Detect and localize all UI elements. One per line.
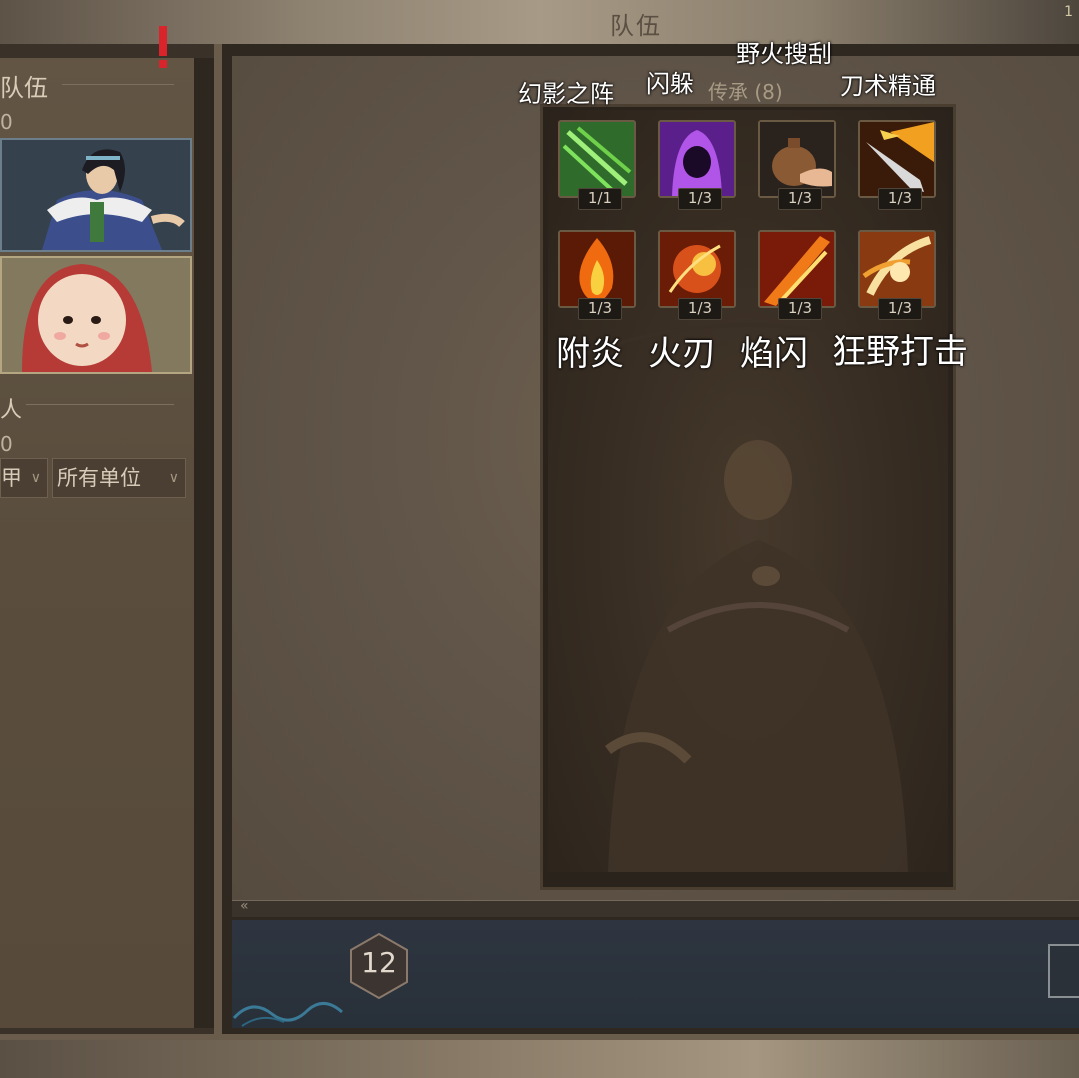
unit-filter-dropdown[interactable]: 所有单位 ∨: [52, 458, 186, 498]
side-action-button[interactable]: [1048, 944, 1079, 998]
window-title: 队伍: [610, 12, 662, 40]
green-arrows-icon: [560, 122, 634, 196]
skill-name-label: 狂野打击: [832, 332, 968, 372]
character-card-hero[interactable]: [0, 138, 192, 252]
baby-portrait: [2, 258, 190, 372]
character-card-baby[interactable]: [0, 256, 192, 374]
skill-slot-phantom-array[interactable]: 1/1: [558, 120, 636, 210]
scroll-left-icon[interactable]: «: [240, 898, 249, 914]
skill-level: 1/3: [878, 298, 922, 320]
skill-name-label: 闪躲: [646, 70, 694, 98]
skill-level: 1/1: [578, 188, 622, 210]
chevron-down-icon: ∨: [30, 470, 41, 486]
flaming-blade-icon: [860, 122, 934, 196]
monk-illustration: [567, 323, 929, 872]
fire-swirl-icon: [660, 232, 734, 306]
armor-filter-label: 甲: [1, 466, 22, 490]
members-heading: 人: [0, 398, 23, 423]
skill-slot-wild-strike[interactable]: 1/3: [858, 230, 936, 320]
skill-name-label: 附炎: [556, 334, 624, 374]
skill-name-label: 焰闪: [740, 334, 808, 374]
skill-slot-fire-blade[interactable]: 1/3: [658, 230, 736, 320]
skill-level: 1/3: [578, 298, 622, 320]
skill-level: 1/3: [678, 298, 722, 320]
money-bag-icon: [760, 122, 834, 196]
skill-name-label: 幻影之阵: [518, 80, 614, 108]
skill-level: 1/3: [778, 298, 822, 320]
hero-portrait: [2, 140, 190, 250]
skill-slot-flame-flash[interactable]: 1/3: [758, 230, 836, 320]
team-count: 0: [0, 110, 13, 134]
skill-level: 1/3: [678, 188, 722, 210]
skill-level: 1/3: [878, 188, 922, 210]
alert-icon: [159, 26, 167, 68]
level-number: 12: [361, 946, 397, 979]
bottom-strip: [0, 1040, 1079, 1078]
horizontal-scrollbar[interactable]: [232, 900, 1079, 917]
fire-icon: [560, 232, 634, 306]
skill-slot-enflame[interactable]: 1/3: [558, 230, 636, 320]
wild-strike-icon: [860, 232, 934, 306]
armor-filter-dropdown[interactable]: 甲 ∨: [0, 458, 48, 498]
skill-slot-wildfire-plunder[interactable]: 1/3: [758, 120, 836, 210]
heading-divider: [26, 404, 174, 405]
inheritance-title: 传承 (8): [708, 80, 783, 104]
flame-slash-icon: [760, 232, 834, 306]
skill-slot-blade-mastery[interactable]: 1/3: [858, 120, 936, 210]
skill-name-label: 野火搜刮: [736, 40, 832, 68]
chevron-down-icon: ∨: [168, 470, 179, 486]
skill-slot-dodge[interactable]: 1/3: [658, 120, 736, 210]
unit-filter-label: 所有单位: [57, 466, 141, 490]
monk-background-art: [548, 110, 948, 872]
hooded-figure-icon: [660, 122, 734, 196]
skill-level: 1/3: [778, 188, 822, 210]
wave-ornament-icon: [232, 1002, 343, 1027]
heading-divider: [62, 84, 174, 85]
card-count-badge: 1: [1064, 4, 1073, 20]
members-count: 0: [0, 432, 13, 456]
skill-name-label: 刀术精通: [840, 72, 936, 100]
team-heading: 队伍: [0, 74, 48, 102]
panel-divider: [194, 58, 214, 1028]
skill-name-label: 火刃: [648, 334, 716, 374]
